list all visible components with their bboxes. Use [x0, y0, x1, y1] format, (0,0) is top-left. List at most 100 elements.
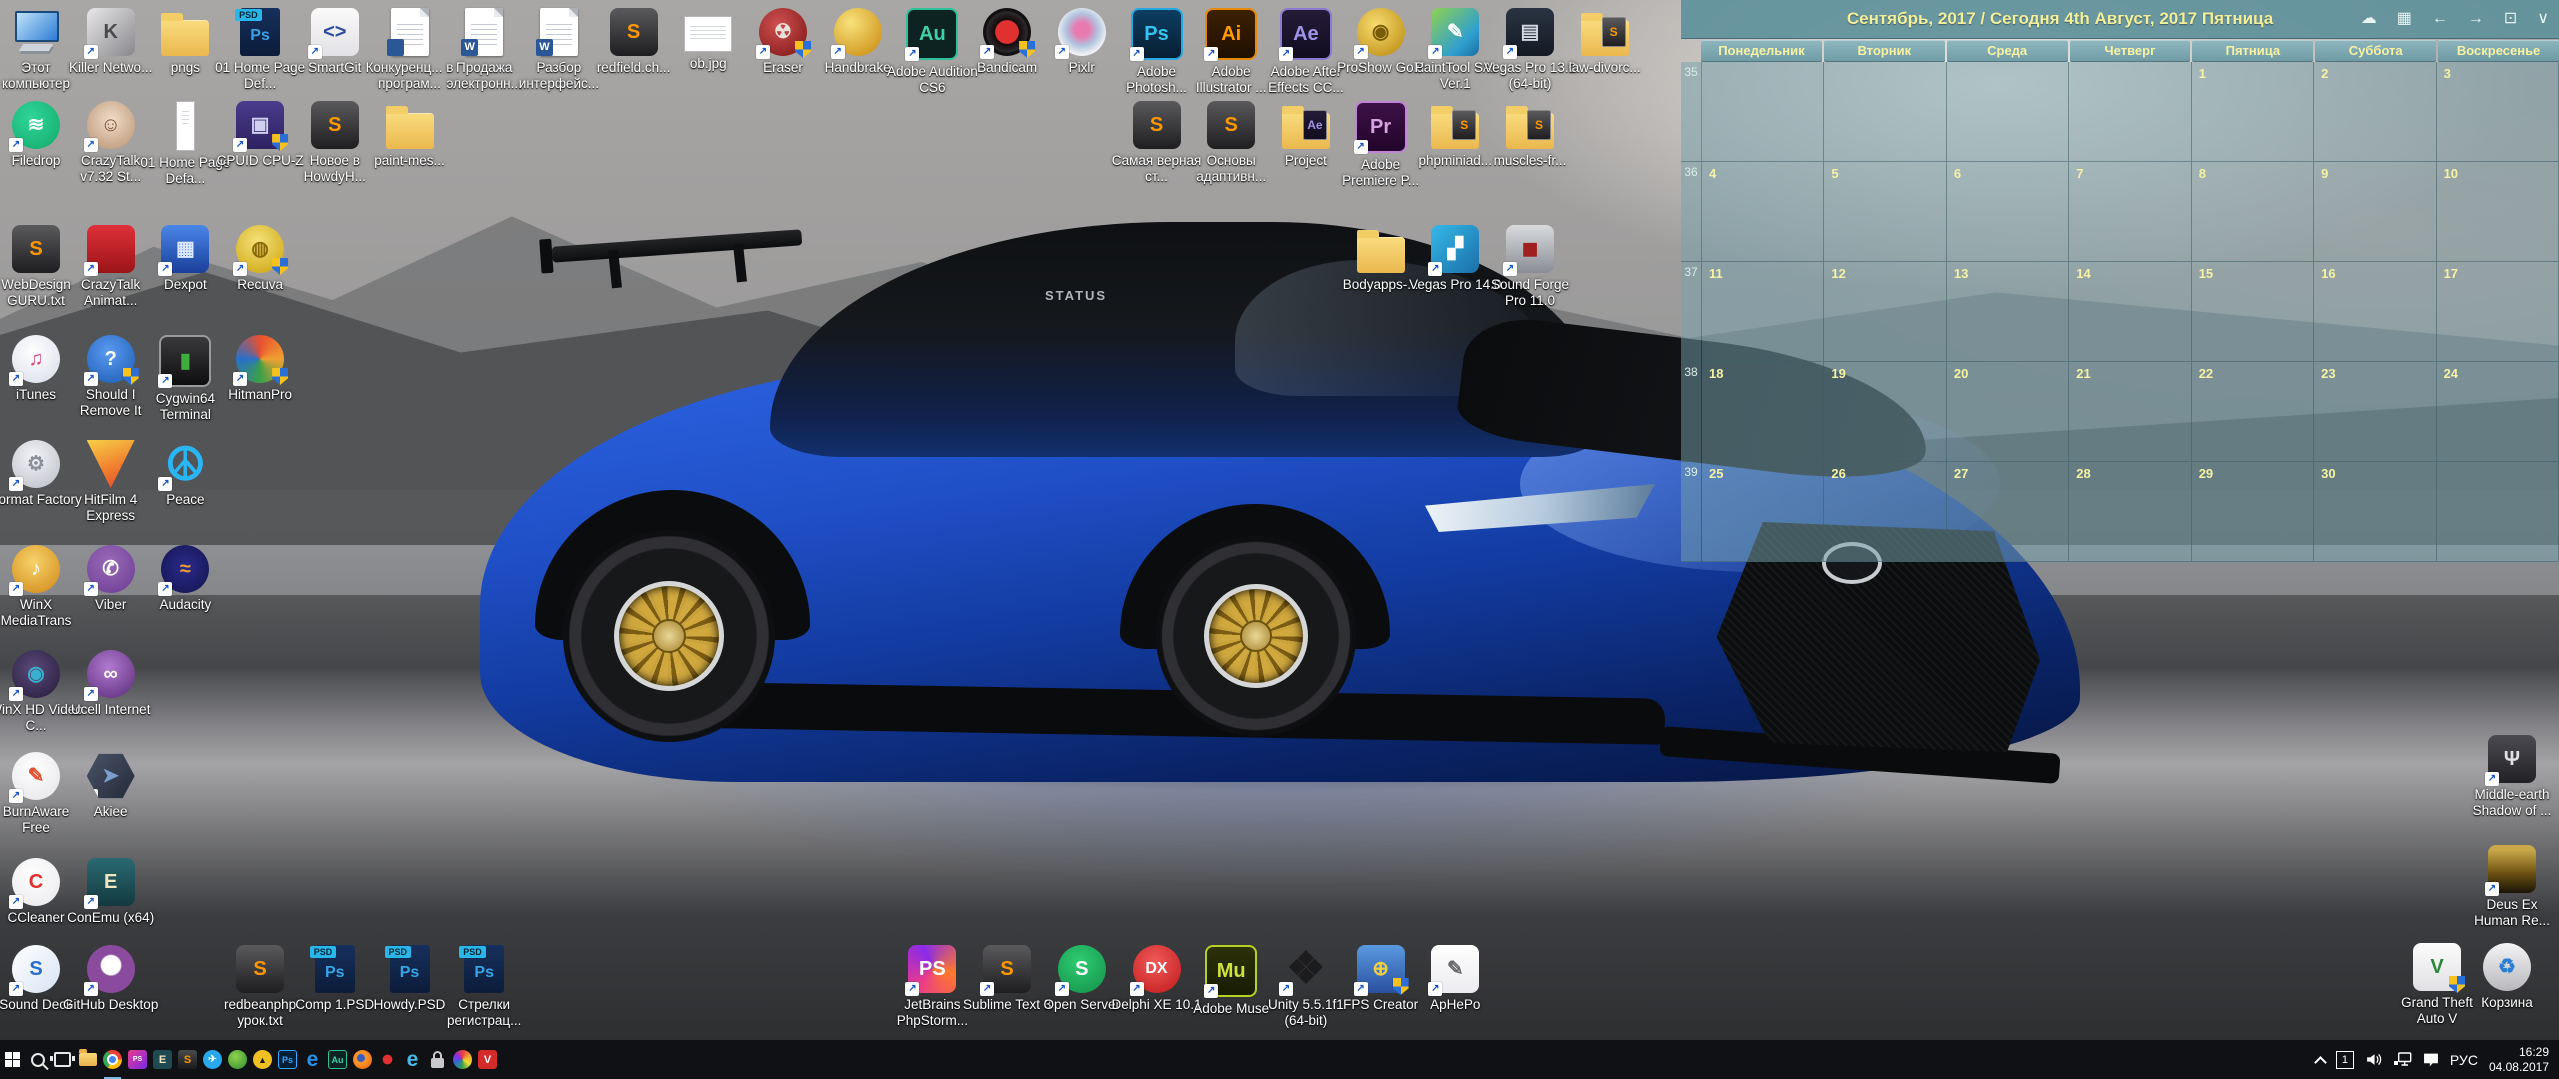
file-explorer-button[interactable] [75, 1040, 100, 1079]
unlocker-button[interactable] [425, 1040, 450, 1079]
calendar-day-cell-15[interactable]: 15 [2191, 262, 2315, 362]
desktop-icon-middle-earth[interactable]: Ψ ↗ Middle-earth Shadow of ... [2464, 735, 2559, 818]
edge-button[interactable]: e [300, 1040, 325, 1079]
network-icon[interactable] [2393, 1052, 2412, 1067]
color-wheel-button[interactable] [450, 1040, 475, 1079]
calendar-day-cell-12[interactable]: 12 [1824, 262, 1947, 362]
calendar-day-cell-8[interactable]: 8 [2191, 162, 2315, 262]
calendar-day-cell-3[interactable]: 3 [2436, 62, 2559, 162]
calendar-day-header[interactable]: Воскресенье [2438, 40, 2559, 62]
calendar-day-cell-2[interactable]: 2 [2314, 62, 2437, 162]
calendar-day-cell-18[interactable]: 18 [1702, 362, 1825, 462]
action-center-icon[interactable] [2423, 1052, 2439, 1068]
prev-month-arrow-icon[interactable]: ← [2432, 11, 2448, 27]
internet-explorer-button[interactable]: e [400, 1040, 425, 1079]
desktop-icon-recuva[interactable]: ◍ ↗ Recuva [212, 225, 308, 293]
chrome-button[interactable] [100, 1040, 125, 1079]
calendar-day-cell-5[interactable]: 5 [1824, 162, 1947, 262]
conemu-button-glyph: E [153, 1050, 172, 1069]
tray-expand-chevron-icon[interactable] [2315, 1055, 2325, 1065]
calendar-day-header[interactable]: Среда [1946, 40, 2068, 62]
howdy-note-icon: S [310, 101, 359, 149]
export-icon[interactable]: ⊡ [2504, 11, 2517, 27]
calendar-day-cell-28[interactable]: 28 [2069, 462, 2192, 562]
photoshop-button[interactable]: Ps [275, 1040, 300, 1079]
shortcut-arrow-icon: ↗ [9, 477, 23, 491]
desktop-icon-akiee[interactable]: ➤ ↗ Akiee [63, 752, 159, 820]
next-month-arrow-icon[interactable]: → [2468, 11, 2484, 27]
input-indicator-icon[interactable]: 1 [2335, 1050, 2354, 1069]
bandicam-button[interactable] [375, 1040, 400, 1079]
calendar-day-cell-6[interactable]: 6 [1946, 162, 2070, 262]
search-button-glyph [30, 1052, 45, 1067]
calendar-day-cell-empty[interactable] [2069, 62, 2192, 162]
calendar-day-cell-11[interactable]: 11 [1702, 262, 1825, 362]
download-manager-button[interactable] [225, 1040, 250, 1079]
calendar-day-header[interactable]: Четверг [2069, 40, 2191, 62]
desktop-icon-strelki-psd[interactable]: Ps PSD Стрелки регистрац... [436, 945, 532, 1028]
this-pc-icon [12, 8, 60, 56]
calendar-day-cell-10[interactable]: 10 [2436, 162, 2559, 262]
calendar-day-header[interactable]: Понедельник [1701, 40, 1822, 62]
calendar-icon[interactable]: ▦ [2397, 11, 2412, 27]
taskbar-clock[interactable]: 16:29 04.08.2017 [2489, 1045, 2549, 1075]
firefox-button[interactable] [350, 1040, 375, 1079]
calendar-day-header[interactable]: Пятница [2192, 40, 2314, 62]
calendar-day-cell-19[interactable]: 19 [1824, 362, 1947, 462]
desktop-icon-muscles-folder[interactable]: Smuscles-fr... [1482, 101, 1578, 169]
calendar-day-cell-empty[interactable] [1946, 62, 2070, 162]
calendar-day-cell-9[interactable]: 9 [2314, 162, 2437, 262]
calendar-day-cell-23[interactable]: 23 [2314, 362, 2437, 462]
calendar-day-cell-24[interactable]: 24 [2436, 362, 2559, 462]
calendar-day-cell-13[interactable]: 13 [1946, 262, 2070, 362]
calendar-day-cell-empty[interactable] [1824, 62, 1947, 162]
telegram-button[interactable]: ✈ [200, 1040, 225, 1079]
calendar-day-cell-21[interactable]: 21 [2069, 362, 2192, 462]
phpstorm-button[interactable]: PS [125, 1040, 150, 1079]
conemu-button[interactable]: E [150, 1040, 175, 1079]
calendar-day-cell-16[interactable]: 16 [2314, 262, 2437, 362]
desktop-icon-sound-forge[interactable]: ◼ ↗ Sound Forge Pro 11.0 [1482, 225, 1578, 308]
cloud-icon[interactable]: ☁ [2361, 11, 2377, 27]
aimp-button[interactable]: ▲ [250, 1040, 275, 1079]
calendar-header-icons: ☁ ▦ ← → ⊡ ∨ [2361, 0, 2549, 38]
calendar-day-cell-17[interactable]: 17 [2436, 262, 2559, 362]
calendar-day-header[interactable]: Суббота [2315, 40, 2437, 62]
desktop-icon-conemu[interactable]: E ↗ ConEmu (x64) [63, 858, 159, 926]
calendar-day-cell-27[interactable]: 27 [1946, 462, 2070, 562]
task-view-button[interactable] [50, 1040, 75, 1079]
volume-icon[interactable] [2365, 1051, 2382, 1068]
calendar-day-cell-1[interactable]: 1 [2191, 62, 2315, 162]
collapse-chevron-icon[interactable]: ∨ [2537, 11, 2549, 27]
calendar-day-cell-14[interactable]: 14 [2069, 262, 2192, 362]
desktop-icon-law-divorce-folder[interactable]: Slaw-divorc... [1557, 8, 1653, 76]
calendar-day-cell-4[interactable]: 4 [1702, 162, 1825, 262]
desktop-icon-deus-ex[interactable]: ↗ Deus Ex Human Re... [2464, 845, 2559, 928]
calendar-day-header[interactable]: Вторник [1823, 40, 1945, 62]
search-button[interactable] [25, 1040, 50, 1079]
desktop-icon-hitmanpro[interactable]: ↗ HitmanPro [212, 335, 308, 403]
desktop-icon-aphepo[interactable]: ✎ ↗ ApHePo [1407, 945, 1503, 1013]
desktop-icon-paint-mes-folder[interactable]: paint-mes... [362, 101, 458, 169]
calendar-day-cell-20[interactable]: 20 [1946, 362, 2070, 462]
desktop-icon-recycle-bin[interactable]: ♻ Корзина [2459, 943, 2555, 1011]
desktop-icon-github-desktop[interactable]: ↗ GitHub Desktop [63, 945, 159, 1013]
calendar-day-cell-30[interactable]: 30 [2314, 462, 2437, 562]
language-indicator[interactable]: РУС [2450, 1052, 2478, 1068]
audition-button[interactable]: Au [325, 1040, 350, 1079]
desktop-icon-ucell-internet[interactable]: ∞ ↗ Ucell Internet [63, 650, 159, 718]
calendar-day-cell-22[interactable]: 22 [2191, 362, 2315, 462]
illustrator-icon: Ai ↗ [1204, 8, 1258, 61]
vegas-button[interactable]: V [475, 1040, 500, 1079]
calendar-day-cell-29[interactable]: 29 [2191, 462, 2315, 562]
start-button[interactable] [0, 1040, 25, 1079]
calendar-day-cell-26[interactable]: 26 [1824, 462, 1947, 562]
sublime-text-button[interactable]: S [175, 1040, 200, 1079]
desktop-icon-peace[interactable]: ☮ ↗ Peace [137, 440, 233, 508]
calendar-day-cell-empty[interactable] [1702, 62, 1825, 162]
calendar-day-cell-7[interactable]: 7 [2069, 162, 2192, 262]
uac-shield-icon [1019, 41, 1036, 58]
desktop-icon-audacity[interactable]: ≈ ↗ Audacity [137, 545, 233, 613]
calendar-day-cell-empty[interactable] [2436, 462, 2559, 562]
calendar-day-cell-25[interactable]: 25 [1702, 462, 1825, 562]
